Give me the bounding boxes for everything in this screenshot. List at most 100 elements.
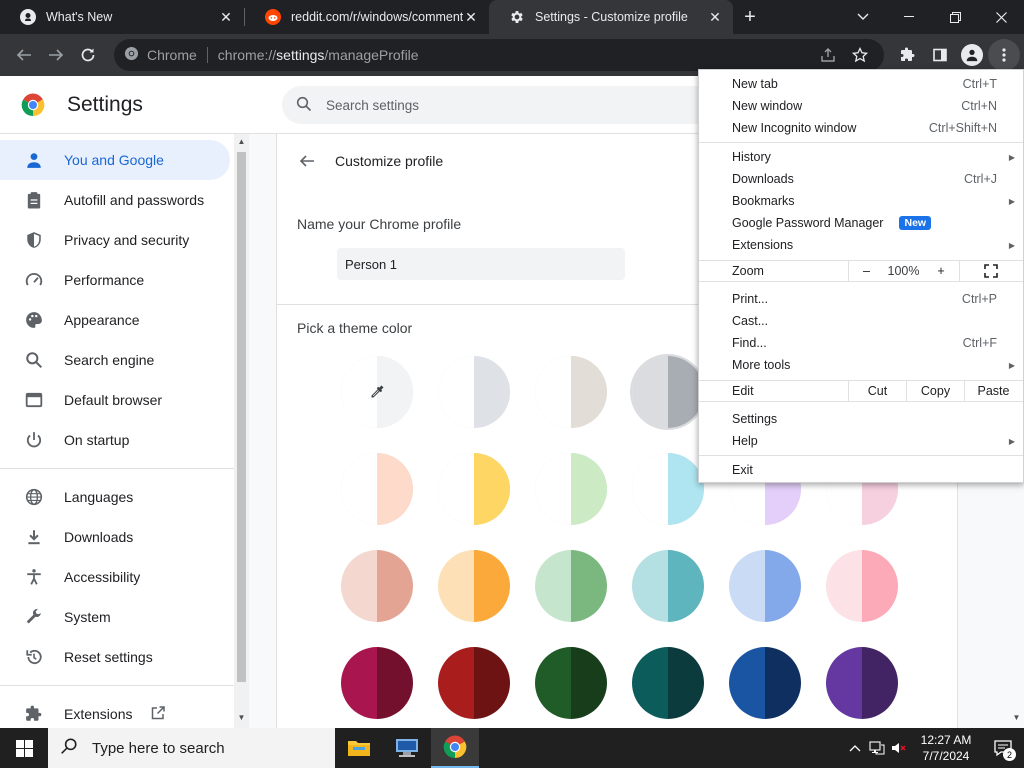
scroll-down-arrow[interactable]: ▼ [234, 713, 249, 725]
sidebar-item-privacy[interactable]: Privacy and security [0, 220, 234, 260]
menu-kebab-icon[interactable] [988, 39, 1020, 71]
search-settings-input[interactable]: Search settings [282, 86, 722, 124]
menu-item-extensions[interactable]: Extensions ▶ [699, 234, 1023, 256]
sidebar-item-on-startup[interactable]: On startup [0, 420, 234, 460]
close-icon[interactable]: ✕ [707, 9, 723, 25]
paste-button[interactable]: Paste [964, 380, 1022, 402]
sidebar-item-reset[interactable]: Reset settings [0, 637, 234, 677]
new-tab-button[interactable]: + [733, 0, 767, 34]
clock-date: 7/7/2024 [922, 749, 970, 763]
menu-item-new-tab[interactable]: New tab Ctrl+T [699, 73, 1023, 95]
sidebar-item-accessibility[interactable]: Accessibility [0, 557, 234, 597]
zoom-out-button[interactable]: – [848, 260, 884, 282]
volume-muted-icon[interactable] [888, 728, 910, 768]
close-icon[interactable]: ✕ [218, 9, 234, 25]
restore-icon[interactable] [932, 0, 978, 34]
sidebar-item-languages[interactable]: Languages [0, 477, 234, 517]
color-picker-swatch[interactable] [341, 356, 413, 428]
fullscreen-icon[interactable] [959, 260, 1022, 282]
sidebar-item-default-browser[interactable]: Default browser [0, 380, 234, 420]
color-swatch[interactable] [826, 647, 898, 719]
color-swatch[interactable] [341, 453, 413, 525]
menu-item-print[interactable]: Print... Ctrl+P [699, 288, 1023, 310]
back-arrow-icon[interactable] [297, 151, 317, 171]
menu-item-more-tools[interactable]: More tools ▶ [699, 354, 1023, 376]
color-swatch[interactable] [632, 550, 704, 622]
sidebar-item-you-and-google[interactable]: You and Google [0, 140, 230, 180]
sidebar-item-system[interactable]: System [0, 597, 234, 637]
color-swatch[interactable] [826, 550, 898, 622]
chevron-up-icon[interactable] [844, 728, 866, 768]
profile-avatar[interactable] [956, 39, 988, 71]
wrench-icon [24, 607, 44, 627]
zoom-in-button[interactable]: + [923, 264, 959, 278]
network-icon[interactable] [866, 728, 888, 768]
taskbar-search-input[interactable]: Type here to search [48, 728, 335, 768]
menu-item-find[interactable]: Find... Ctrl+F [699, 332, 1023, 354]
minimize-icon[interactable] [886, 0, 932, 34]
tab-search-icon[interactable] [840, 0, 886, 34]
sidebar-item-extensions[interactable]: Extensions [0, 694, 234, 728]
forward-icon[interactable] [40, 39, 72, 71]
notification-center-icon[interactable]: 2 [982, 728, 1024, 768]
cut-button[interactable]: Cut [848, 380, 906, 402]
close-icon[interactable]: ✕ [463, 9, 479, 25]
color-swatch[interactable] [632, 453, 704, 525]
menu-item-password-manager[interactable]: Google Password Manager New [699, 212, 1023, 234]
sidebar-item-appearance[interactable]: Appearance [0, 300, 234, 340]
tab-title: reddit.com/r/windows/comments [291, 10, 463, 24]
sidebar-item-downloads[interactable]: Downloads [0, 517, 234, 557]
sidebar-item-search-engine[interactable]: Search engine [0, 340, 234, 380]
menu-item-new-incognito[interactable]: New Incognito window Ctrl+Shift+N [699, 117, 1023, 139]
close-window-icon[interactable] [978, 0, 1024, 34]
tab-reddit[interactable]: reddit.com/r/windows/comments ✕ [245, 0, 489, 34]
color-swatch[interactable] [535, 550, 607, 622]
color-swatch[interactable] [438, 356, 510, 428]
scroll-up-arrow[interactable]: ▲ [234, 137, 249, 149]
reload-icon[interactable] [72, 39, 104, 71]
color-swatch[interactable] [535, 453, 607, 525]
menu-item-settings[interactable]: Settings [699, 408, 1023, 430]
tab-settings[interactable]: Settings - Customize profile ✕ [489, 0, 733, 34]
color-swatch[interactable] [438, 647, 510, 719]
file-explorer-icon[interactable] [335, 728, 383, 768]
menu-item-downloads[interactable]: Downloads Ctrl+J [699, 168, 1023, 190]
globe-icon [24, 487, 44, 507]
scroll-thumb[interactable] [237, 152, 246, 682]
extensions-puzzle-icon[interactable] [892, 39, 924, 71]
menu-item-help[interactable]: Help ▶ [699, 430, 1023, 452]
color-swatch[interactable] [535, 356, 607, 428]
windows-start-button[interactable] [0, 728, 48, 768]
color-swatch[interactable] [729, 550, 801, 622]
color-swatch[interactable] [535, 647, 607, 719]
share-icon[interactable] [812, 39, 844, 71]
color-swatch-selected[interactable] [632, 356, 704, 428]
color-swatch[interactable] [341, 550, 413, 622]
color-swatch[interactable] [438, 550, 510, 622]
color-swatch[interactable] [729, 647, 801, 719]
side-panel-icon[interactable] [924, 39, 956, 71]
address-bar[interactable]: Chrome chrome://settings/manageProfile [114, 39, 884, 71]
menu-item-cast[interactable]: Cast... [699, 310, 1023, 332]
windows-taskbar: Type here to search 12:27 AM 7/7/2024 2 [0, 728, 1024, 768]
bookmark-star-icon[interactable] [844, 39, 876, 71]
menu-item-bookmarks[interactable]: Bookmarks ▶ [699, 190, 1023, 212]
chrome-taskbar-icon[interactable] [431, 728, 479, 768]
profile-name-input[interactable] [337, 248, 625, 280]
menu-item-new-window[interactable]: New window Ctrl+N [699, 95, 1023, 117]
copy-button[interactable]: Copy [906, 380, 964, 402]
sidebar-item-autofill[interactable]: Autofill and passwords [0, 180, 234, 220]
scroll-down-arrow[interactable]: ▼ [1009, 713, 1024, 722]
network-app-icon[interactable] [383, 728, 431, 768]
sidebar-scrollbar[interactable]: ▲ ▼ [234, 134, 249, 728]
sidebar-item-performance[interactable]: Performance [0, 260, 234, 300]
color-swatch[interactable] [341, 647, 413, 719]
person-icon [961, 44, 983, 66]
color-swatch[interactable] [438, 453, 510, 525]
tab-whats-new[interactable]: What's New ✕ [0, 0, 244, 34]
color-swatch[interactable] [632, 647, 704, 719]
menu-item-exit[interactable]: Exit [699, 459, 1023, 481]
menu-item-history[interactable]: History ▶ [699, 146, 1023, 168]
back-icon[interactable] [8, 39, 40, 71]
taskbar-clock[interactable]: 12:27 AM 7/7/2024 [910, 732, 982, 764]
